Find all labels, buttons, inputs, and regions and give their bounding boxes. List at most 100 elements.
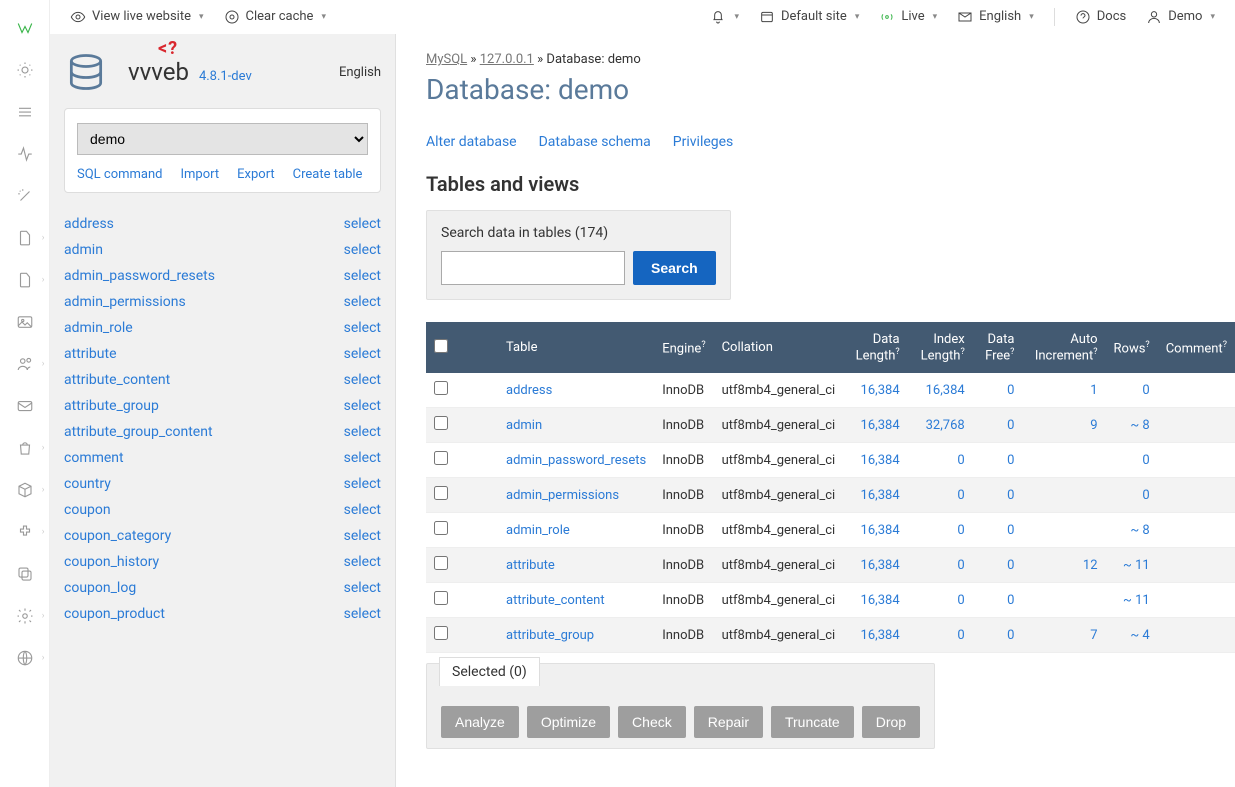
wand-icon[interactable] (15, 186, 35, 206)
alter-database-link[interactable]: Alter database (426, 134, 517, 150)
cell-data-free[interactable]: 0 (973, 478, 1023, 513)
check-button[interactable]: Check (618, 706, 686, 738)
sidebar-table-link[interactable]: coupon_log (64, 580, 136, 596)
sidebar-select-link[interactable]: select (344, 528, 381, 544)
menu-icon[interactable] (15, 102, 35, 122)
cell-auto-increment[interactable]: 12 (1022, 548, 1105, 583)
row-checkbox[interactable] (434, 591, 448, 605)
cell-index-length[interactable]: 0 (908, 513, 973, 548)
cell-data-free[interactable]: 0 (973, 583, 1023, 618)
language-selector[interactable]: English ▾ (951, 5, 1040, 29)
table-name-link[interactable]: attribute_content (506, 593, 605, 608)
notifications-button[interactable]: ▾ (704, 5, 745, 29)
cell-data-free[interactable]: 0 (973, 373, 1023, 408)
sql-command-link[interactable]: SQL command (77, 167, 163, 182)
table-name-link[interactable]: admin_permissions (506, 488, 619, 503)
plugin-icon[interactable]: › (15, 522, 35, 542)
docs-button[interactable]: Docs (1069, 5, 1132, 29)
cell-data-length[interactable]: 16,384 (843, 618, 907, 653)
cell-index-length[interactable]: 0 (908, 443, 973, 478)
bag-icon[interactable]: › (15, 438, 35, 458)
live-status[interactable]: Live ▾ (873, 5, 943, 29)
database-select[interactable]: demo (77, 123, 368, 155)
users-icon[interactable]: › (15, 354, 35, 374)
sidebar-table-link[interactable]: coupon (64, 502, 111, 518)
breadcrumb-mysql[interactable]: MySQL (426, 52, 467, 67)
box-icon[interactable]: › (15, 480, 35, 500)
col-rows[interactable]: Rows? (1106, 322, 1158, 373)
col-comment[interactable]: Comment? (1158, 322, 1235, 373)
cell-index-length[interactable]: 16,384 (908, 373, 973, 408)
activity-icon[interactable] (15, 144, 35, 164)
create-table-link[interactable]: Create table (293, 167, 363, 182)
sidebar-table-link[interactable]: attribute_group (64, 398, 159, 414)
sidebar-table-link[interactable]: country (64, 476, 111, 492)
col-data-length[interactable]: Data Length? (843, 322, 907, 373)
cell-auto-increment[interactable]: 1 (1022, 373, 1105, 408)
cell-rows[interactable]: ~ 8 (1106, 513, 1158, 548)
cell-data-length[interactable]: 16,384 (843, 583, 907, 618)
table-name-link[interactable]: address (506, 383, 552, 398)
cell-data-length[interactable]: 16,384 (843, 373, 907, 408)
clear-cache-button[interactable]: Clear cache ▾ (218, 5, 332, 29)
col-index-length[interactable]: Index Length? (908, 322, 973, 373)
row-checkbox[interactable] (434, 521, 448, 535)
cell-index-length[interactable]: 32,768 (908, 408, 973, 443)
row-checkbox[interactable] (434, 451, 448, 465)
file-icon[interactable]: › (15, 228, 35, 248)
database-schema-link[interactable]: Database schema (539, 134, 651, 150)
cell-rows[interactable]: 0 (1106, 443, 1158, 478)
site-selector[interactable]: Default site ▾ (753, 5, 865, 29)
sidebar-select-link[interactable]: select (344, 294, 381, 310)
cell-index-length[interactable]: 0 (908, 478, 973, 513)
drop-button[interactable]: Drop (862, 706, 920, 738)
cell-data-free[interactable]: 0 (973, 513, 1023, 548)
cell-rows[interactable]: ~ 8 (1106, 408, 1158, 443)
sidebar-select-link[interactable]: select (344, 554, 381, 570)
col-data-free[interactable]: Data Free? (973, 322, 1023, 373)
cell-auto-increment[interactable]: 9 (1022, 408, 1105, 443)
sidebar-table-link[interactable]: attribute (64, 346, 117, 362)
sidebar-table-link[interactable]: coupon_category (64, 528, 171, 544)
cell-data-free[interactable]: 0 (973, 443, 1023, 478)
table-name-link[interactable]: attribute_group (506, 628, 594, 643)
sidebar-select-link[interactable]: select (344, 346, 381, 362)
select-all-checkbox[interactable] (434, 339, 448, 353)
search-button[interactable]: Search (633, 251, 716, 285)
search-input[interactable] (441, 251, 625, 285)
cell-rows[interactable]: ~ 4 (1106, 618, 1158, 653)
cell-data-length[interactable]: 16,384 (843, 548, 907, 583)
table-name-link[interactable]: attribute (506, 558, 555, 573)
cell-rows[interactable]: 0 (1106, 478, 1158, 513)
copy-icon[interactable] (15, 564, 35, 584)
page-icon[interactable]: › (15, 270, 35, 290)
sidebar-select-link[interactable]: select (344, 424, 381, 440)
sun-icon[interactable] (15, 60, 35, 80)
sidebar-table-link[interactable]: coupon_product (64, 606, 165, 622)
sidebar-select-link[interactable]: select (344, 242, 381, 258)
sidebar-select-link[interactable]: select (344, 606, 381, 622)
export-link[interactable]: Export (237, 167, 275, 182)
cell-auto-increment[interactable] (1022, 443, 1105, 478)
row-checkbox[interactable] (434, 556, 448, 570)
sidebar-table-link[interactable]: comment (64, 450, 124, 466)
image-icon[interactable] (15, 312, 35, 332)
sidebar-select-link[interactable]: select (344, 476, 381, 492)
analyze-button[interactable]: Analyze (441, 706, 519, 738)
sidebar-table-link[interactable]: address (64, 216, 114, 232)
sidebar-select-link[interactable]: select (344, 216, 381, 232)
sidebar-table-link[interactable]: admin (64, 242, 103, 258)
sidebar-select-link[interactable]: select (344, 580, 381, 596)
globe-icon[interactable]: › (15, 648, 35, 668)
sidebar-select-link[interactable]: select (344, 268, 381, 284)
brand-version[interactable]: 4.8.1-dev (199, 69, 252, 84)
breadcrumb-host[interactable]: 127.0.0.1 (480, 52, 534, 67)
sidebar-table-link[interactable]: coupon_history (64, 554, 159, 570)
row-checkbox[interactable] (434, 626, 448, 640)
gear-icon[interactable]: › (15, 606, 35, 626)
table-name-link[interactable]: admin_password_resets (506, 453, 646, 468)
col-engine[interactable]: Engine? (654, 322, 713, 373)
repair-button[interactable]: Repair (694, 706, 763, 738)
cell-data-length[interactable]: 16,384 (843, 478, 907, 513)
row-checkbox[interactable] (434, 486, 448, 500)
